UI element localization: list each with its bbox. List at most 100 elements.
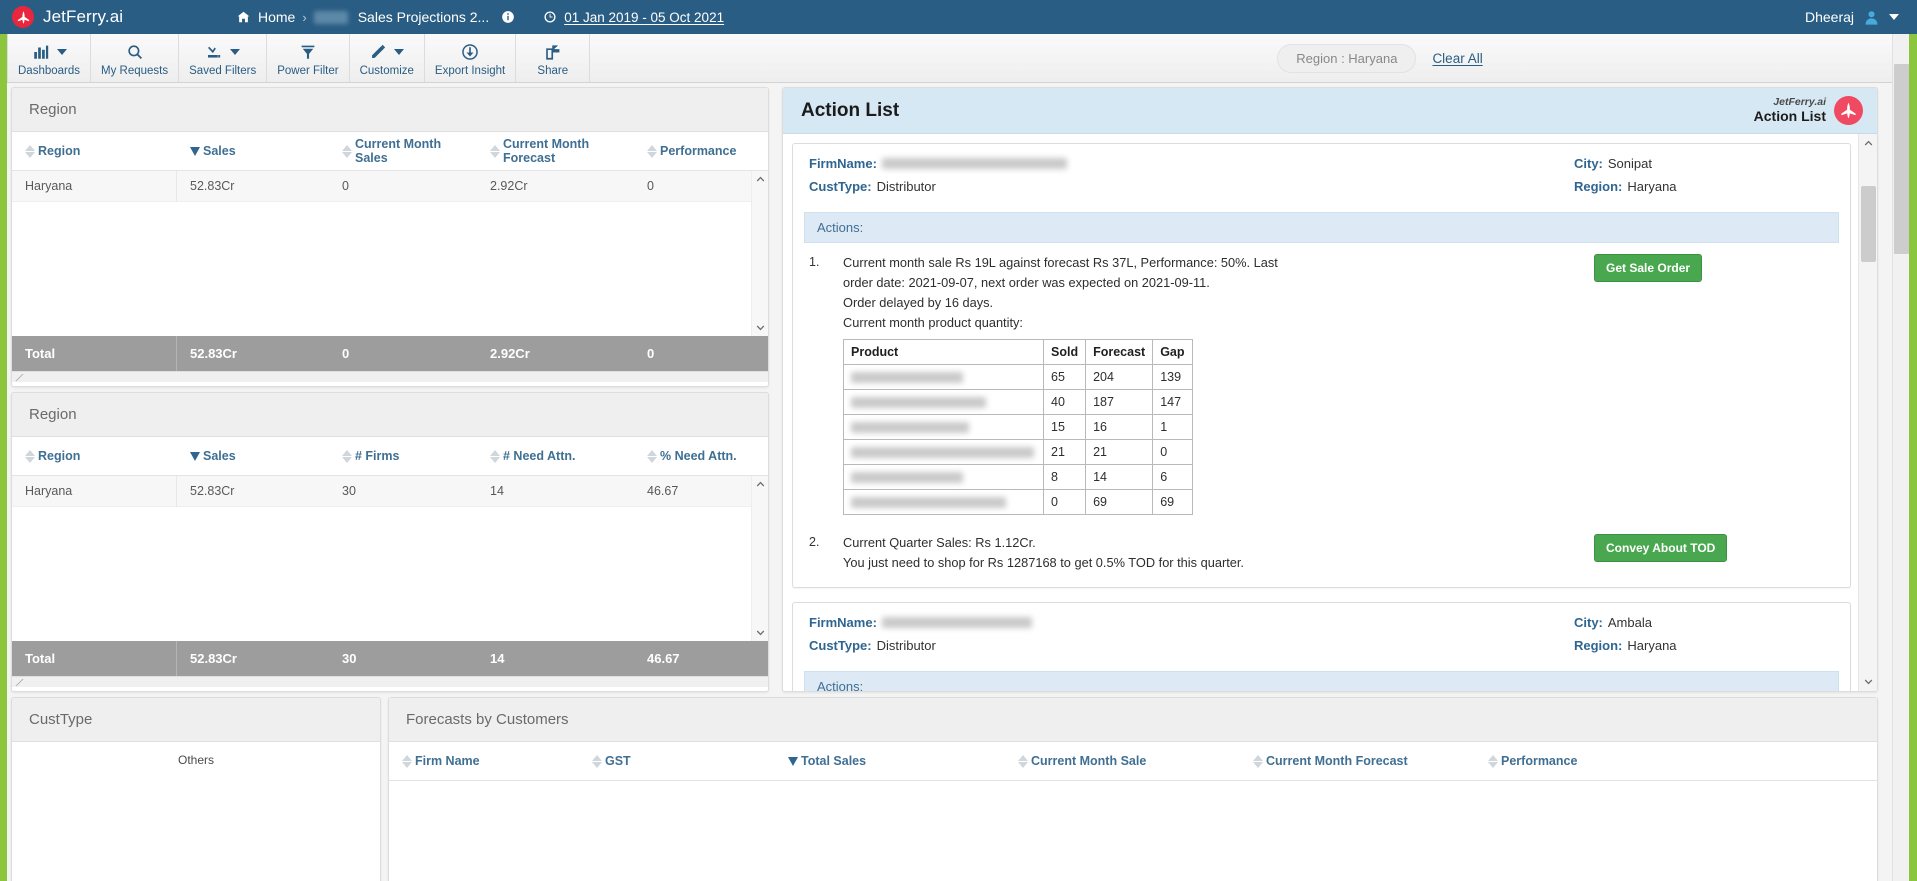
saved-filter-icon — [208, 46, 221, 58]
column-header-performance[interactable]: Performance — [1475, 754, 1675, 768]
cell-gap: 139 — [1152, 364, 1193, 390]
total-performance: 0 — [647, 346, 655, 361]
column-header-performance[interactable]: Performance — [634, 144, 764, 158]
action-item: 2. Current Quarter Sales: Rs 1.12Cr. You… — [793, 533, 1850, 577]
column-header-sales[interactable]: Sales — [177, 449, 329, 463]
toolbar-item-my-requests[interactable]: My Requests — [91, 34, 180, 82]
sort-toggle[interactable] — [490, 144, 500, 158]
sort-toggle-active[interactable] — [190, 451, 200, 461]
scroll-down-button[interactable] — [1859, 672, 1877, 691]
toolbar-item-power-filter[interactable]: Power Filter — [267, 34, 350, 82]
sort-toggle[interactable] — [25, 449, 35, 463]
breadcrumb-project[interactable]: Sales Projections 2... — [358, 9, 490, 25]
toolbar-item-export-insight[interactable]: Export Insight — [425, 34, 517, 82]
column-header-firm-name[interactable]: Firm Name — [389, 754, 579, 768]
action-list-scrollbar[interactable] — [1858, 134, 1877, 691]
clear-all-link[interactable]: Clear All — [1432, 51, 1482, 66]
cell-gap: 0 — [1152, 439, 1193, 465]
column-label: Sales — [203, 449, 236, 463]
sort-toggle[interactable] — [25, 144, 35, 158]
column-header-region[interactable]: Region — [12, 144, 177, 158]
firm-name-redacted-value — [881, 158, 1067, 169]
user-menu[interactable]: Dheeraj — [1805, 9, 1917, 26]
scroll-up-button[interactable] — [752, 171, 768, 188]
date-range-picker[interactable]: 01 Jan 2019 - 05 Oct 2021 — [543, 10, 724, 25]
city-value: Ambala — [1607, 615, 1652, 630]
sort-toggle[interactable] — [402, 754, 412, 768]
panel-region-sales: Region Region Sales Current Month Sales — [11, 87, 769, 387]
info-icon[interactable] — [501, 10, 515, 24]
scroll-down-button[interactable] — [752, 319, 768, 336]
column-header-current-month-forecast[interactable]: Current Month Forecast — [477, 137, 634, 165]
user-menu-chevron-down-icon[interactable] — [1889, 14, 1899, 20]
page-scrollbar-thumb[interactable] — [1894, 64, 1909, 254]
customize-chevron-down-icon[interactable] — [394, 48, 405, 55]
toolbar-item-customize[interactable]: Customize — [350, 34, 425, 82]
cell-gap: 6 — [1152, 464, 1193, 490]
sort-toggle[interactable] — [1018, 754, 1028, 768]
grid-vertical-scrollbar[interactable] — [751, 171, 768, 336]
sort-toggle-active[interactable] — [190, 146, 200, 156]
column-header-gst[interactable]: GST — [579, 754, 775, 768]
table-row[interactable]: Haryana 52.83Cr 0 2.92Cr 0 — [12, 171, 768, 202]
panel-title: Region — [29, 101, 77, 118]
sort-toggle[interactable] — [342, 449, 352, 463]
filter-chip-region[interactable]: Region : Haryana — [1277, 43, 1417, 73]
column-header-current-month-forecast[interactable]: Current Month Forecast — [1240, 754, 1475, 768]
actions-band: Actions: — [804, 212, 1839, 243]
column-header-pct-need-attn[interactable]: % Need Attn. — [634, 449, 764, 463]
get-sale-order-button[interactable]: Get Sale Order — [1594, 254, 1703, 282]
cell-sold: 0 — [1042, 489, 1087, 515]
sort-toggle[interactable] — [1253, 754, 1263, 768]
page-scrollbar[interactable] — [1892, 34, 1909, 881]
breadcrumb-home[interactable]: Home — [236, 9, 295, 25]
cust-type-value: Distributor — [876, 179, 936, 194]
column-header-current-month-sales[interactable]: Current Month Sales — [329, 137, 477, 165]
toolbar-item-saved-filters[interactable]: Saved Filters — [179, 34, 268, 82]
column-header-region[interactable]: Region — [12, 449, 177, 463]
firm-name-redacted-value — [881, 617, 1032, 628]
toolbar-item-dashboards[interactable]: Dashboards — [7, 34, 92, 82]
cell-gap: 147 — [1152, 389, 1193, 415]
action-list-scrollbar-thumb[interactable] — [1861, 186, 1876, 262]
panel-header: Region — [12, 393, 768, 437]
sort-toggle[interactable] — [342, 144, 352, 158]
cust-type-value: Distributor — [876, 638, 936, 653]
resize-grip[interactable] — [15, 374, 24, 381]
column-header-current-month-sale[interactable]: Current Month Sale — [1005, 754, 1240, 768]
left-accent-rail — [0, 34, 7, 881]
sort-toggle[interactable] — [647, 449, 657, 463]
saved-filters-chevron-down-icon[interactable] — [230, 48, 241, 55]
product-quantity-table: Product Sold Forecast Gap 65 204 139 40 … — [843, 339, 1193, 515]
download-circle-icon — [462, 43, 478, 60]
cell-sold: 65 — [1042, 364, 1087, 390]
grid-horizontal-scrollbar[interactable] — [12, 676, 768, 687]
table-row: 40 187 147 — [843, 389, 1193, 415]
sort-toggle[interactable] — [490, 449, 500, 463]
column-header-total-sales[interactable]: Total Sales — [775, 754, 1005, 768]
scroll-down-button[interactable] — [752, 624, 768, 641]
convey-about-tod-button[interactable]: Convey About TOD — [1594, 534, 1728, 562]
sort-toggle[interactable] — [647, 144, 657, 158]
column-header-num-need-attn[interactable]: # Need Attn. — [477, 449, 634, 463]
toolbar: Dashboards My Requests Saved Filters Pow… — [7, 34, 1910, 83]
city-value: Sonipat — [1607, 156, 1652, 171]
column-header-sales[interactable]: Sales — [177, 144, 329, 158]
brand[interactable]: JetFerry.ai — [0, 6, 230, 28]
column-header-num-firms[interactable]: # Firms — [329, 449, 477, 463]
grid-horizontal-scrollbar[interactable] — [12, 371, 768, 382]
column-label: Current Month Forecast — [503, 137, 590, 165]
product-redacted-value — [851, 497, 1006, 509]
scroll-up-button[interactable] — [752, 476, 768, 493]
grid-vertical-scrollbar[interactable] — [751, 476, 768, 641]
total-pct-need-attn: 46.67 — [647, 651, 680, 666]
scroll-up-button[interactable] — [1859, 134, 1877, 153]
sort-toggle-active[interactable] — [788, 756, 798, 766]
dashboards-chevron-down-icon[interactable] — [56, 48, 67, 55]
toolbar-item-share[interactable]: Share — [516, 34, 591, 82]
active-filters: Region : Haryana Clear All — [850, 34, 1910, 82]
table-row[interactable]: Haryana 52.83Cr 30 14 46.67 — [12, 476, 768, 507]
sort-toggle[interactable] — [592, 754, 602, 768]
resize-grip[interactable] — [15, 679, 24, 686]
sort-toggle[interactable] — [1488, 754, 1498, 768]
